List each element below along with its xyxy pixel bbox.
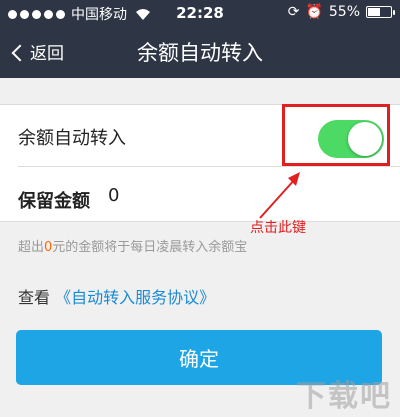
auto-transfer-label: 余额自动转入	[18, 128, 126, 149]
page-title: 余额自动转入	[137, 41, 263, 65]
annotation-arrow-icon	[259, 172, 300, 219]
watermark-logo: 下载吧	[296, 379, 392, 414]
annotation-label: 点击此键	[250, 220, 306, 236]
reserve-amount-label: 保留金额	[18, 191, 90, 212]
reserve-amount-row: 保留金额 0	[0, 167, 400, 223]
alarm-icon: ⏰	[305, 4, 323, 20]
hint-suffix: 元的金额将于每日凌晨转入余额宝	[52, 240, 248, 255]
status-bar: 中国移动 22:28 ⟳ ⏰ 55%	[0, 0, 400, 26]
reserve-amount-input[interactable]: 0	[108, 185, 119, 206]
agreement-prefix: 查看	[18, 288, 51, 307]
transfer-hint: 超出0元的金额将于每日凌晨转入余额宝	[18, 236, 247, 255]
toggle-highlight-box	[282, 104, 390, 166]
battery-percent: 55%	[328, 4, 360, 20]
battery-fill	[368, 8, 380, 16]
battery-icon	[366, 6, 395, 18]
status-right: ⟳ ⏰ 55%	[287, 4, 395, 20]
rotation-lock-icon: ⟳	[287, 4, 300, 20]
agreement-line: 查看 《自动转入服务协议》	[18, 284, 215, 308]
hint-prefix: 超出	[18, 240, 45, 255]
agreement-link[interactable]: 《自动转入服务协议》	[55, 288, 215, 307]
nav-bar: 返回 余额自动转入	[0, 26, 400, 78]
